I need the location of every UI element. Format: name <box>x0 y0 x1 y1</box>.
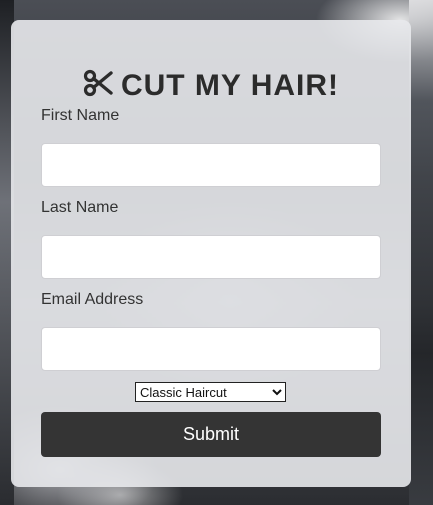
haircut-service-select[interactable]: Classic Haircut <box>135 382 286 402</box>
email-label: Email Address <box>41 291 144 308</box>
scissors-icon <box>83 68 113 107</box>
submit-button[interactable]: Submit <box>41 412 381 457</box>
email-input[interactable] <box>41 327 381 371</box>
form-title-text: CUT MY HAIR! <box>120 69 340 102</box>
last-name-label: Last Name <box>41 199 119 216</box>
last-name-input[interactable] <box>41 235 381 279</box>
first-name-input[interactable] <box>41 143 381 187</box>
form-title: CUT MY HAIR! <box>11 68 411 107</box>
booking-form-card: CUT MY HAIR! First Name Last Name Email … <box>11 20 411 487</box>
first-name-label: First Name <box>41 107 120 124</box>
background-edge-right <box>409 0 433 505</box>
